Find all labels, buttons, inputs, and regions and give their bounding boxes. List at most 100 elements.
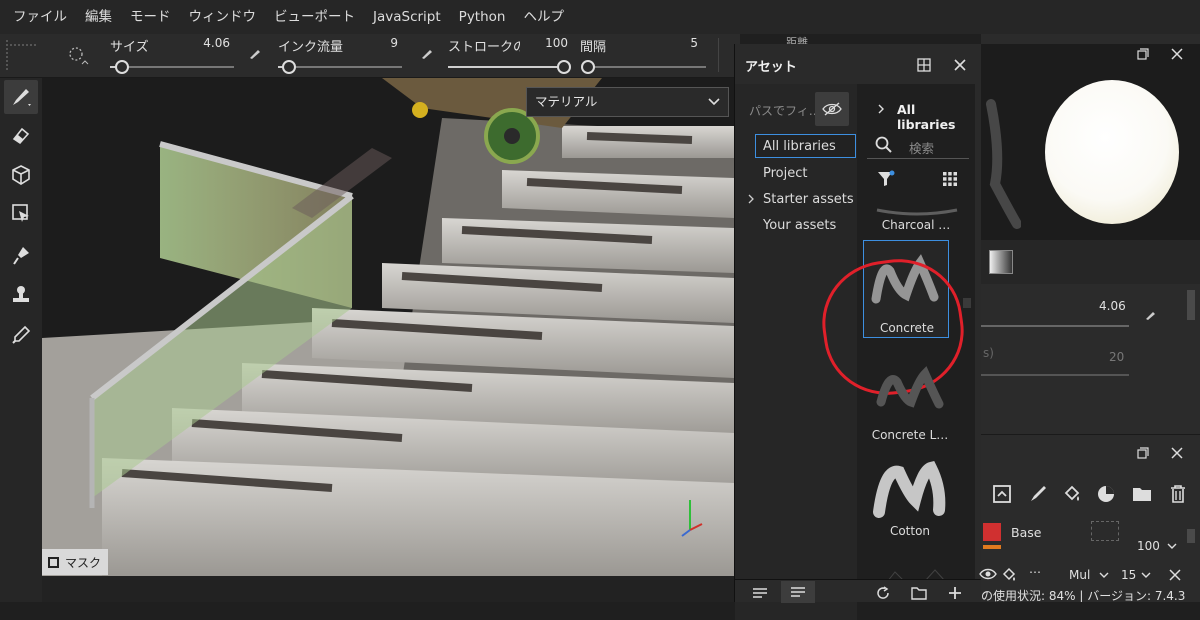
layer-opacity-value[interactable]: 100 (1137, 539, 1160, 553)
grid-view-icon[interactable] (939, 168, 961, 190)
library-item-project[interactable]: Project (763, 166, 807, 181)
panel-maximize-icon[interactable] (1133, 44, 1153, 64)
layer-row-channel[interactable]: ⋯ Mul 15 (979, 563, 1200, 587)
polygon-fill-tool[interactable] (4, 196, 38, 230)
menu-window[interactable]: ウィンドウ (180, 0, 266, 34)
menu-javascript[interactable]: JavaScript (364, 0, 450, 34)
flow-label: インク流量 (278, 40, 344, 55)
flow-slider[interactable] (278, 66, 402, 68)
chevron-right-icon-breadcrumb (878, 104, 884, 114)
grid-scrollbar[interactable] (963, 298, 971, 308)
cube-icon (12, 165, 30, 185)
add-icon[interactable] (945, 584, 965, 602)
detail-view-icon[interactable] (781, 581, 815, 603)
mask-toggle[interactable]: マスク (42, 549, 108, 575)
undo-mask-icon[interactable] (989, 483, 1015, 505)
spacing-slider-knob[interactable] (581, 60, 595, 74)
layer-panel: Base 100 ⋯ Mul 15 (979, 434, 1200, 602)
breadcrumb[interactable]: All libraries (897, 102, 975, 132)
chevron-down-icon (708, 98, 720, 106)
lazy-mouse-icon[interactable] (64, 42, 92, 70)
clone-stamp-icon (13, 286, 29, 302)
more-icon[interactable]: ⋯ (1029, 565, 1041, 579)
panel-dock-icon[interactable] (913, 54, 935, 76)
spacing-label: 間隔 (580, 40, 607, 55)
refresh-icon[interactable] (873, 584, 893, 602)
search-input[interactable]: 検索 (909, 138, 934, 157)
visibility-toggle-button[interactable] (815, 92, 849, 126)
paint-brush-tool[interactable] (4, 80, 38, 114)
color-picker-tool[interactable] (4, 318, 38, 352)
brush-size-value[interactable]: 4.06 (1099, 299, 1126, 313)
stroke-opacity-value[interactable]: 100 (530, 36, 568, 50)
layer-scrollbar[interactable] (1187, 529, 1195, 543)
pen-pressure-icon-3[interactable] (1143, 306, 1159, 322)
library-item-all[interactable]: All libraries (763, 139, 836, 154)
library-item-your-assets[interactable]: Your assets (763, 218, 836, 233)
right-panel-scrollbar[interactable] (1187, 290, 1195, 320)
projection-tool[interactable] (4, 158, 38, 192)
menu-python[interactable]: Python (450, 0, 515, 34)
pen-pressure-icon-2[interactable] (418, 44, 436, 62)
filter-icon[interactable] (875, 168, 897, 190)
menu-help[interactable]: ヘルプ (514, 0, 573, 34)
gradient-swatch[interactable] (989, 250, 1013, 274)
layer-row-base[interactable]: Base 100 (981, 519, 1200, 555)
eye-icon (979, 568, 997, 580)
asset-tile-charcoal[interactable]: Charcoal … (857, 208, 975, 232)
asset-tile-cotton[interactable]: Cotton (857, 450, 975, 542)
size-label: サイズ (110, 40, 149, 55)
path-filter-input[interactable]: パスでフィ… (749, 102, 821, 119)
3d-viewport[interactable] (42, 78, 734, 576)
brush-size-slider[interactable] (981, 325, 1129, 327)
panel-close-icon[interactable] (1167, 44, 1187, 64)
viewport-mode-dropdown[interactable]: マテリアル (526, 87, 729, 117)
left-toolbar (0, 44, 42, 602)
add-fill-layer-icon[interactable] (1059, 483, 1085, 505)
menu-mode[interactable]: モード (121, 0, 180, 34)
second-param-slider[interactable] (981, 374, 1129, 376)
fill-bucket-icon (1002, 567, 1016, 581)
flow-slider-knob[interactable] (282, 60, 296, 74)
eraser-tool[interactable] (4, 118, 38, 152)
flow-value[interactable]: 9 (370, 36, 398, 50)
brush-icon (13, 89, 31, 106)
layer-color-tag (983, 545, 1001, 549)
chevron-right-icon (748, 194, 754, 204)
second-param-unit: s) (983, 346, 994, 360)
size-value[interactable]: 4.06 (190, 36, 230, 50)
folder-icon[interactable] (909, 584, 929, 602)
chevron-down-icon (1141, 572, 1151, 578)
size-slider-knob[interactable] (115, 60, 129, 74)
spacing-slider[interactable] (582, 66, 706, 68)
menu-edit[interactable]: 編集 (76, 0, 121, 34)
menu-viewport[interactable]: ビューポート (265, 0, 364, 34)
layer-name: Base (1011, 525, 1042, 540)
material-sphere-preview (1045, 80, 1179, 224)
clone-tool[interactable] (4, 278, 38, 312)
smudge-tool[interactable] (4, 238, 38, 272)
blend-mode-value[interactable]: Mul (1069, 568, 1090, 582)
pen-pressure-icon[interactable] (246, 44, 264, 62)
layer-close-icon[interactable] (1167, 443, 1187, 463)
library-item-starter[interactable]: Starter assets (763, 192, 854, 207)
spacing-value[interactable]: 5 (670, 36, 698, 50)
mask-checkbox-icon (48, 556, 59, 568)
second-param-value[interactable]: 20 (1109, 350, 1124, 364)
stroke-opacity-slider-knob[interactable] (557, 60, 571, 74)
add-folder-icon[interactable] (1129, 483, 1155, 505)
layer-mask-slot[interactable] (1091, 521, 1119, 541)
delete-layer-icon[interactable] (1165, 483, 1191, 505)
layer-maximize-icon[interactable] (1133, 443, 1153, 463)
add-mask-icon[interactable] (1093, 483, 1119, 505)
list-view-icon[interactable] (749, 584, 771, 602)
separator (718, 38, 719, 72)
asset-tile-concrete-l[interactable]: Concrete L… (857, 352, 975, 444)
blend-amount-value[interactable]: 15 (1121, 568, 1136, 582)
add-paint-layer-icon[interactable] (1025, 483, 1051, 505)
stroke-opacity-label: ストロークのオ (448, 40, 520, 55)
asset-label-concrete-l: Concrete L… (871, 428, 949, 442)
menu-file[interactable]: ファイル (4, 0, 76, 34)
close-icon[interactable] (949, 54, 971, 76)
gpu-usage-status: の使用状況: 84% | バージョン: 7.4.3 (981, 589, 1186, 602)
